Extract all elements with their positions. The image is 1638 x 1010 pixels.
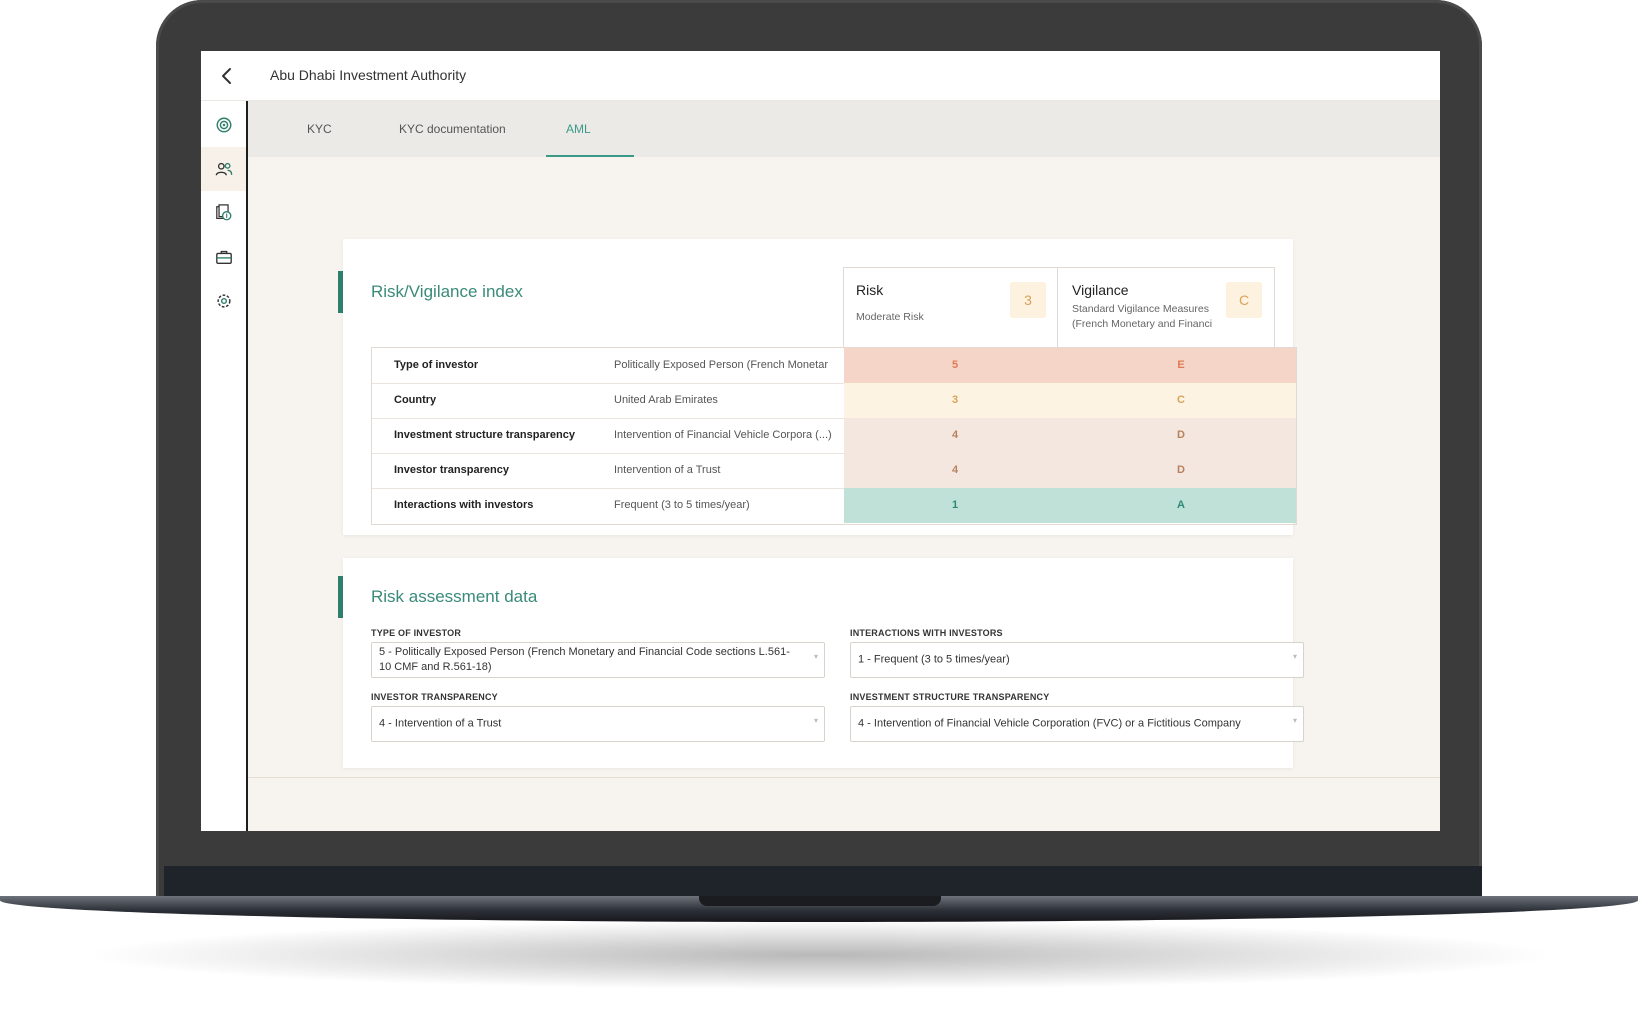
risk-assessment-title: Risk assessment data xyxy=(371,587,538,606)
risk-factor-table: Type of investor Politically Exposed Pers… xyxy=(371,347,1297,525)
factor-label: Interactions with investors xyxy=(394,499,534,511)
investor-transparency-label: INVESTOR TRANSPARENCY xyxy=(371,692,498,702)
risk-vigilance-card: Risk/Vigilance index Risk Moderate Risk … xyxy=(338,239,1297,535)
factor-label: Type of investor xyxy=(394,359,479,371)
vigilance-subtitle-line-2: (French Monetary and Financi xyxy=(1072,318,1213,330)
chevron-left-icon xyxy=(222,68,231,84)
users-icon xyxy=(215,162,232,176)
factor-label: Investment structure transparency xyxy=(394,429,575,441)
vigilance-grade-cell: A xyxy=(1066,488,1296,523)
type-of-investor-label: TYPE OF INVESTOR xyxy=(371,628,462,638)
vigilance-summary-subtitle: Standard Vigilance Measures (French Mone… xyxy=(1072,302,1222,332)
vigilance-grade-cell: C xyxy=(1066,383,1296,418)
vigilance-summary: Vigilance Standard Vigilance Measures (F… xyxy=(1057,267,1275,348)
factor-value: Politically Exposed Person (French Monet… xyxy=(614,359,828,371)
vigilance-subtitle-line-1: Standard Vigilance Measures xyxy=(1072,303,1209,315)
page-title: Abu Dhabi Investment Authority xyxy=(270,67,467,83)
tab-kyc-documentation[interactable]: KYC documentation xyxy=(399,122,506,136)
sidebar-item-overview[interactable] xyxy=(201,103,246,147)
risk-assessment-card: Risk assessment data TYPE OF INVESTOR 5 … xyxy=(338,558,1304,768)
structure-transparency-select[interactable]: 4 - Intervention of Financial Vehicle Co… xyxy=(850,706,1304,742)
risk-summary-subtitle: Moderate Risk xyxy=(856,311,924,323)
structure-transparency-label: INVESTMENT STRUCTURE TRANSPARENCY xyxy=(850,692,1050,702)
table-row: Investment structure transparency Interve… xyxy=(372,418,1296,454)
app-screen: Abu Dhabi Investment Authority KYC KYC d… xyxy=(201,51,1440,831)
vigilance-grade-cell: D xyxy=(1066,453,1296,488)
sidebar xyxy=(201,101,248,831)
sidebar-item-portfolio[interactable] xyxy=(201,235,246,279)
type-of-investor-value: 5 - Politically Exposed Person (French M… xyxy=(379,646,790,673)
sidebar-item-settings[interactable] xyxy=(201,279,246,323)
interactions-label: INTERACTIONS WITH INVESTORS xyxy=(850,628,1003,638)
laptop-bezel xyxy=(164,866,1482,896)
gear-icon xyxy=(216,294,231,308)
main-content: KYC KYC documentation AML Risk/Vigilance… xyxy=(248,101,1440,831)
investor-transparency-value: 4 - Intervention of a Trust xyxy=(379,717,502,730)
risk-score-cell: 1 xyxy=(844,488,1066,523)
laptop-notch xyxy=(699,896,941,906)
structure-transparency-value: 4 - Intervention of Financial Vehicle Co… xyxy=(858,717,1241,730)
risk-score-cell: 5 xyxy=(844,348,1066,383)
money-documents-icon xyxy=(215,204,231,221)
risk-score-cell: 4 xyxy=(844,418,1066,453)
card-accent xyxy=(338,271,343,313)
chevron-down-icon: ▾ xyxy=(1292,716,1297,725)
factor-value: Frequent (3 to 5 times/year) xyxy=(614,499,750,511)
sidebar-item-investors[interactable] xyxy=(201,147,246,191)
chevron-down-icon: ▾ xyxy=(1292,652,1297,661)
vigilance-grade-cell: E xyxy=(1066,348,1296,383)
risk-vigilance-title: Risk/Vigilance index xyxy=(371,282,523,301)
back-button[interactable] xyxy=(215,64,239,88)
interactions-value: 1 - Frequent (3 to 5 times/year) xyxy=(858,653,1010,666)
factor-value: United Arab Emirates xyxy=(614,394,718,406)
investor-transparency-select[interactable]: 4 - Intervention of a Trust ▾ xyxy=(371,706,825,742)
table-row: Country United Arab Emirates 3 C xyxy=(372,383,1296,419)
active-tab-indicator xyxy=(546,155,634,157)
chevron-down-icon: ▾ xyxy=(813,652,818,661)
risk-summary: Risk Moderate Risk 3 xyxy=(843,267,1059,348)
card-accent xyxy=(338,576,343,618)
tab-bar: KYC KYC documentation AML xyxy=(248,101,1440,157)
table-row: Interactions with investors Frequent (3 t… xyxy=(372,488,1296,523)
factor-label: Country xyxy=(394,394,437,406)
factor-label: Investor transparency xyxy=(394,464,509,476)
type-of-investor-select[interactable]: 5 - Politically Exposed Person (French M… xyxy=(371,642,825,678)
tab-aml[interactable]: AML xyxy=(566,122,591,136)
top-bar: Abu Dhabi Investment Authority xyxy=(201,51,1440,101)
laptop-shadow xyxy=(80,920,1560,990)
target-icon xyxy=(216,117,231,133)
risk-score-cell: 3 xyxy=(844,383,1066,418)
sidebar-item-funds[interactable] xyxy=(201,191,246,235)
briefcase-icon xyxy=(215,250,232,264)
factor-value: Intervention of a Trust xyxy=(614,464,721,476)
vigilance-summary-title: Vigilance xyxy=(1072,282,1129,298)
tab-kyc[interactable]: KYC xyxy=(307,122,332,136)
vigilance-grade-badge: C xyxy=(1226,282,1262,318)
interactions-select[interactable]: 1 - Frequent (3 to 5 times/year) ▾ xyxy=(850,642,1304,678)
table-row: Investor transparency Intervention of a T… xyxy=(372,453,1296,489)
chevron-down-icon: ▾ xyxy=(813,716,818,725)
content-divider xyxy=(248,777,1440,778)
risk-score-cell: 4 xyxy=(844,453,1066,488)
vigilance-grade-cell: D xyxy=(1066,418,1296,453)
risk-summary-title: Risk xyxy=(856,282,884,298)
table-row: Type of investor Politically Exposed Pers… xyxy=(372,348,1296,384)
risk-score-badge: 3 xyxy=(1010,282,1046,318)
factor-value: Intervention of Financial Vehicle Corpor… xyxy=(614,429,832,441)
